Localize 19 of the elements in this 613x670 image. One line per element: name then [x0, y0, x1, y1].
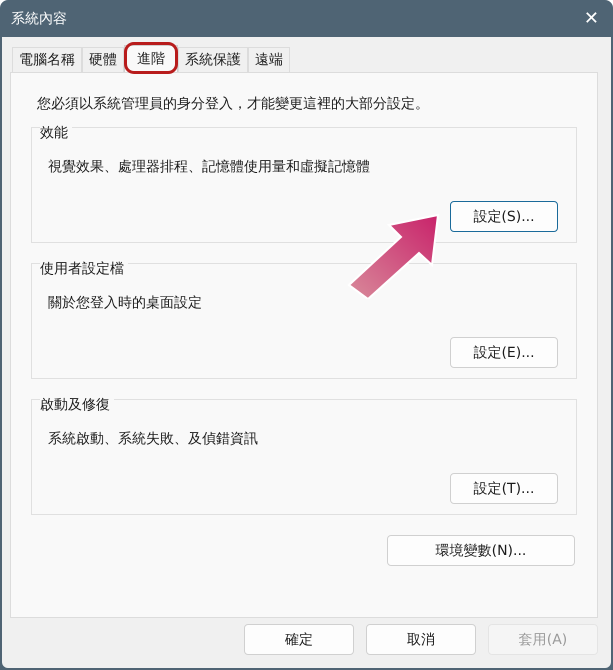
tab[interactable]: 電腦名稱	[12, 47, 82, 72]
group-title: 使用者設定檔	[40, 260, 128, 278]
environment-variables-button[interactable]: 環境變數(N)...	[387, 535, 575, 566]
group-title: 啟動及修復	[40, 396, 114, 414]
group-description: 視覺效果、處理器排程、記憶體使用量和虛擬記憶體	[48, 158, 371, 176]
notice-text: 您必須以系統管理員的身分登入，才能變更這裡的大部分設定。	[37, 95, 430, 113]
dialog-button[interactable]: 取消	[366, 624, 476, 655]
settings-button[interactable]: 設定(E)...	[450, 337, 558, 368]
group-description: 系統啟動、系統失敗、及偵錯資訊	[48, 430, 259, 448]
window-title: 系統內容	[11, 10, 67, 28]
close-button[interactable]: ✕	[578, 8, 605, 29]
dialog-button[interactable]: 確定	[244, 624, 354, 655]
tab[interactable]: 遠端	[248, 47, 290, 72]
settings-button[interactable]: 設定(S)...	[450, 201, 558, 232]
group-description: 關於您登入時的桌面設定	[48, 294, 203, 312]
tab[interactable]: 硬體	[82, 47, 124, 72]
tab[interactable]: 系統保護	[178, 47, 248, 72]
group-title: 效能	[40, 124, 72, 142]
settings-button[interactable]: 設定(T)...	[450, 473, 558, 504]
